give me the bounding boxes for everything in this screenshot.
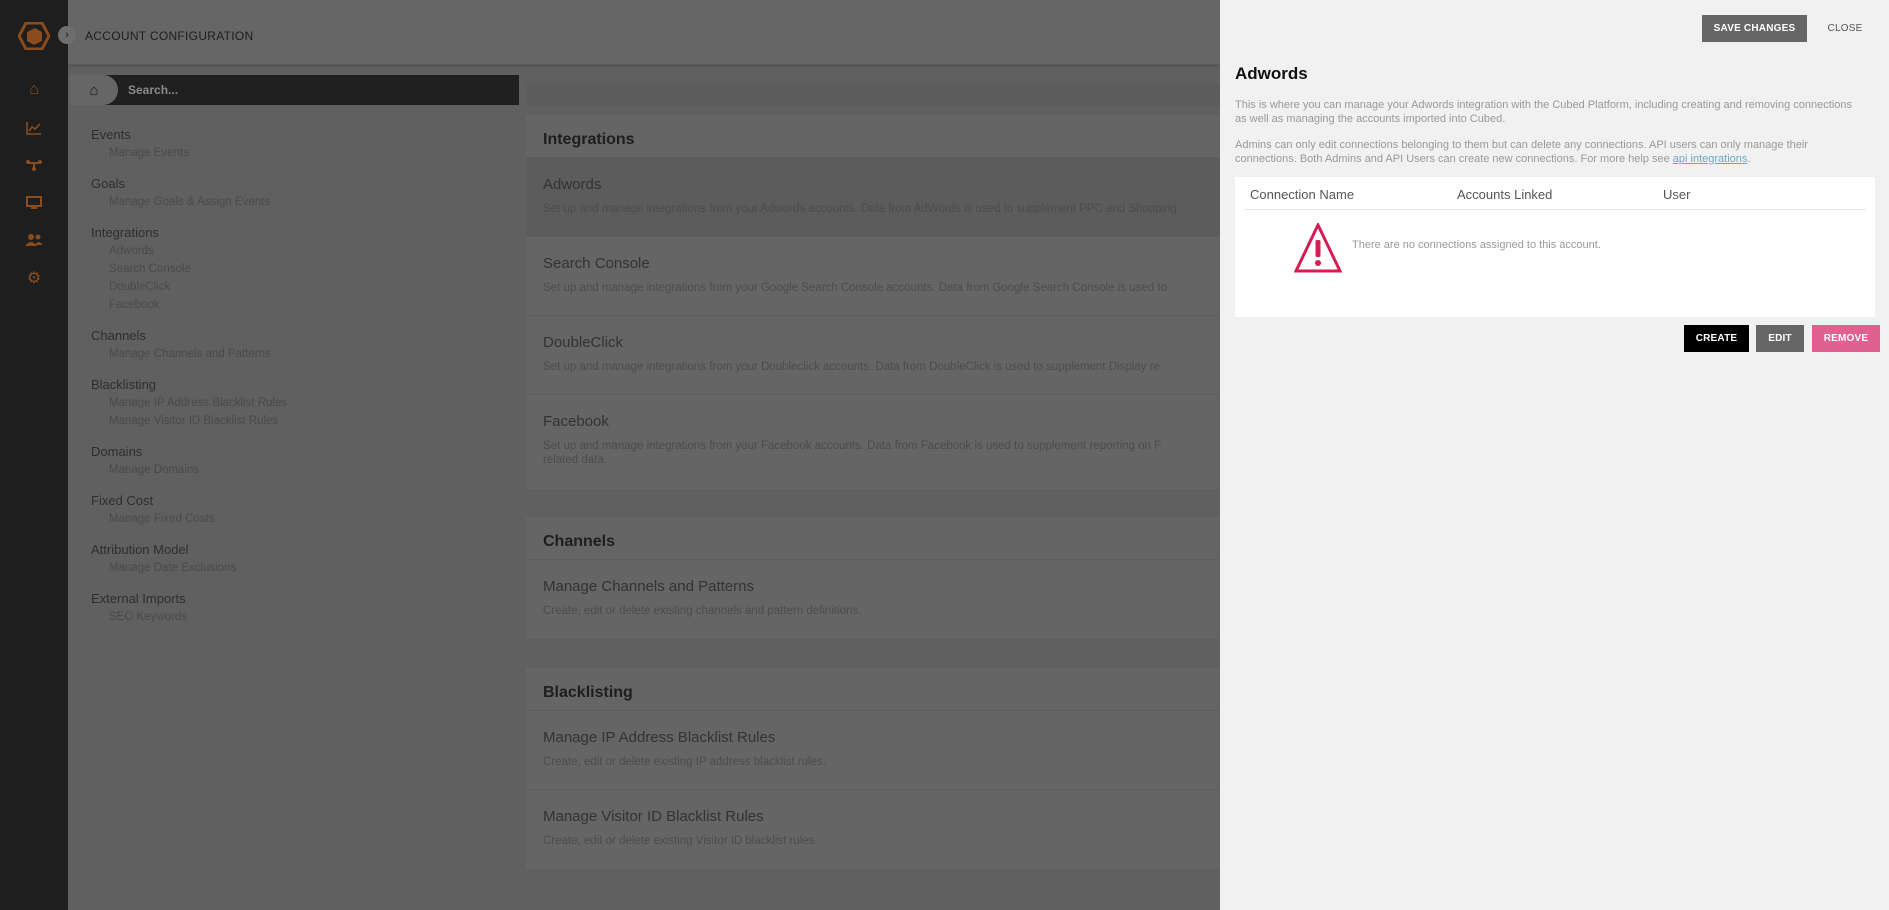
save-changes-button[interactable]: SAVE CHANGES: [1702, 15, 1807, 42]
home-icon[interactable]: ⌂: [22, 78, 46, 102]
users-icon[interactable]: [22, 228, 46, 252]
card-row[interactable]: Manage IP Address Blacklist Rules Create,…: [526, 711, 1220, 790]
home-button[interactable]: ⌂: [70, 75, 118, 105]
row-title: Manage Channels and Patterns: [543, 578, 754, 595]
nav-link[interactable]: Facebook: [91, 296, 511, 314]
card-row[interactable]: Manage Visitor ID Blacklist Rules Create,…: [526, 790, 1220, 869]
empty-state-message: There are no connections assigned to thi…: [1352, 239, 1601, 251]
row-description-cont: related data.: [543, 454, 607, 466]
nav-heading: Blacklisting: [91, 377, 157, 392]
card-row[interactable]: DoubleClick Set up and manage integration…: [526, 316, 1220, 395]
nav-link[interactable]: Manage IP Address Blacklist Rules: [91, 394, 511, 412]
nav-group: Domains Manage Domains: [91, 443, 511, 479]
nav-heading: Fixed Cost: [91, 493, 154, 508]
row-title: Manage IP Address Blacklist Rules: [543, 729, 776, 746]
nav-group: External Imports SEO Keywords: [91, 590, 511, 626]
monitor-icon[interactable]: [22, 191, 46, 215]
remove-button[interactable]: REMOVE: [1812, 325, 1880, 352]
nav-link[interactable]: Manage Domains: [91, 461, 511, 479]
icon-sidebar: ⌂ ⚙: [0, 0, 68, 910]
nav-heading: Integrations: [91, 225, 159, 240]
card-row[interactable]: Adwords Set up and manage integrations fr…: [526, 158, 1220, 237]
card-row[interactable]: Search Console Set up and manage integrat…: [526, 237, 1220, 316]
card-title: Channels: [526, 517, 1220, 560]
nav-group: Integrations Adwords Search Console DoubleC…: [91, 224, 511, 314]
adwords-side-panel: SAVE CHANGES CLOSE Adwords This is where…: [1220, 0, 1889, 910]
main-top-strip: [526, 84, 1220, 106]
row-title: Manage Visitor ID Blacklist Rules: [543, 808, 764, 825]
nav-link[interactable]: Adwords: [91, 242, 511, 260]
header-divider: [1244, 209, 1866, 210]
chevron-right-icon: ›: [65, 29, 69, 41]
warning-icon: [1294, 223, 1342, 273]
api-integrations-link[interactable]: api integrations: [1673, 153, 1748, 165]
config-nav: Events Manage Events Goals Manage Goals & A…: [91, 126, 511, 639]
nav-group: Channels Manage Channels and Patterns: [91, 327, 511, 363]
nav-link[interactable]: Manage Events: [91, 144, 511, 162]
row-description: Create, edit or delete existing channels…: [543, 605, 862, 617]
column-header-user[interactable]: User: [1663, 187, 1690, 202]
sitemap-icon[interactable]: [22, 153, 46, 177]
row-description: Create, edit or delete existing IP addre…: [543, 756, 826, 768]
home-icon: ⌂: [89, 81, 99, 99]
row-description: Set up and manage integrations from your…: [543, 203, 1177, 215]
column-header-connection-name[interactable]: Connection Name: [1250, 187, 1354, 202]
row-title: Adwords: [543, 176, 602, 193]
row-description: Set up and manage integrations from your…: [543, 282, 1167, 294]
search-bar: ⌂: [70, 75, 519, 105]
card-title: Integrations: [526, 115, 1220, 158]
panel-title: Adwords: [1235, 64, 1308, 83]
nav-link[interactable]: SEO Keywords: [91, 608, 511, 626]
create-button[interactable]: CREATE: [1684, 325, 1749, 352]
nav-group: Attribution Model Manage Date Exclusions: [91, 541, 511, 577]
nav-link[interactable]: Manage Goals & Assign Events: [91, 193, 511, 211]
row-description: Set up and manage integrations from your…: [543, 361, 1160, 373]
nav-link[interactable]: Manage Channels and Patterns: [91, 345, 511, 363]
card-row[interactable]: Manage Channels and Patterns Create, edit…: [526, 560, 1220, 639]
card-title: Blacklisting: [526, 668, 1220, 711]
panel-permissions-note: Admins can only edit connections belongi…: [1235, 138, 1865, 166]
search-input[interactable]: [128, 75, 508, 105]
nav-group: Blacklisting Manage IP Address Blacklist …: [91, 376, 511, 430]
sidebar-toggle-button[interactable]: ›: [58, 26, 76, 44]
nav-link[interactable]: DoubleClick: [91, 278, 511, 296]
nav-link[interactable]: Search Console: [91, 260, 511, 278]
nav-group: Events Manage Events: [91, 126, 511, 162]
row-description: Set up and manage integrations from your…: [543, 440, 1162, 452]
nav-heading: Attribution Model: [91, 542, 189, 557]
nav-heading: Events: [91, 127, 131, 142]
close-button[interactable]: CLOSE: [1820, 15, 1870, 42]
nav-heading: Domains: [91, 444, 143, 459]
page-title: ACCOUNT CONFIGURATION: [85, 29, 254, 43]
nav-group: Goals Manage Goals & Assign Events: [91, 175, 511, 211]
cubed-logo[interactable]: [18, 22, 50, 50]
column-header-accounts-linked[interactable]: Accounts Linked: [1457, 187, 1552, 202]
top-header: ACCOUNT CONFIGURATION: [68, 0, 1220, 65]
nav-link[interactable]: Manage Visitor ID Blacklist Rules: [91, 412, 511, 430]
card-row[interactable]: Facebook Set up and manage integrations f…: [526, 395, 1220, 489]
nav-heading: Channels: [91, 328, 146, 343]
blacklisting-card: Blacklisting Manage IP Address Blacklist …: [526, 668, 1220, 869]
edit-button[interactable]: EDIT: [1756, 325, 1804, 352]
row-title: Search Console: [543, 255, 650, 272]
chart-line-icon[interactable]: [22, 116, 46, 140]
panel-description: This is where you can manage your Adword…: [1235, 99, 1852, 125]
permissions-text-end: .: [1747, 153, 1751, 165]
row-description: Create, edit or delete existing Visitor …: [543, 835, 818, 847]
gear-icon[interactable]: ⚙: [22, 266, 46, 290]
integrations-card: Integrations Adwords Set up and manage int…: [526, 115, 1220, 489]
nav-link[interactable]: Manage Date Exclusions: [91, 559, 511, 577]
nav-link[interactable]: Manage Fixed Costs: [91, 510, 511, 528]
connections-table: Connection Name Accounts Linked User The…: [1235, 177, 1875, 317]
nav-heading: Goals: [91, 176, 125, 191]
nav-group: Fixed Cost Manage Fixed Costs: [91, 492, 511, 528]
row-title: DoubleClick: [543, 334, 624, 351]
channels-card: Channels Manage Channels and Patterns Crea…: [526, 517, 1220, 639]
nav-heading: External Imports: [91, 591, 186, 606]
row-title: Facebook: [543, 413, 609, 430]
